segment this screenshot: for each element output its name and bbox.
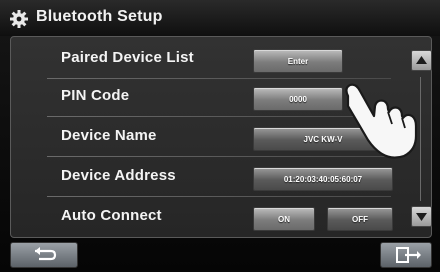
pin-code-label: PIN Code [61,87,130,104]
enter-button[interactable]: Enter [253,49,343,73]
auto-connect-on-button[interactable]: ON [253,207,315,231]
screen: Bluetooth Setup Paired Device List Enter… [0,0,440,270]
page-title: Bluetooth Setup [36,8,163,25]
return-arrow-icon [35,247,57,261]
row-paired-device-list: Paired Device List Enter [11,39,401,79]
device-address-label: Device Address [61,167,176,184]
exit-button[interactable] [380,242,432,268]
arrow-down-icon [416,213,427,221]
gear-icon [10,10,28,28]
bottom-bar [0,240,440,270]
scroll-up-button[interactable] [411,50,432,71]
title-bar: Bluetooth Setup [0,0,440,36]
device-name-label: Device Name [61,127,157,144]
paired-device-list-label: Paired Device List [61,49,194,66]
arrow-up-icon [416,56,427,64]
row-device-address: Device Address 01:20:03:40:05:60:07 [11,157,401,197]
exit-icon [396,247,421,263]
pin-code-button[interactable]: 0000 [253,87,343,111]
auto-connect-label: Auto Connect [61,207,162,224]
device-address-value: 01:20:03:40:05:60:07 [253,167,393,191]
auto-connect-off-button[interactable]: OFF [327,207,393,231]
row-auto-connect: Auto Connect ON OFF [11,197,401,237]
pointing-hand-icon [345,83,418,159]
scroll-down-button[interactable] [411,206,432,227]
back-button[interactable] [10,242,78,268]
